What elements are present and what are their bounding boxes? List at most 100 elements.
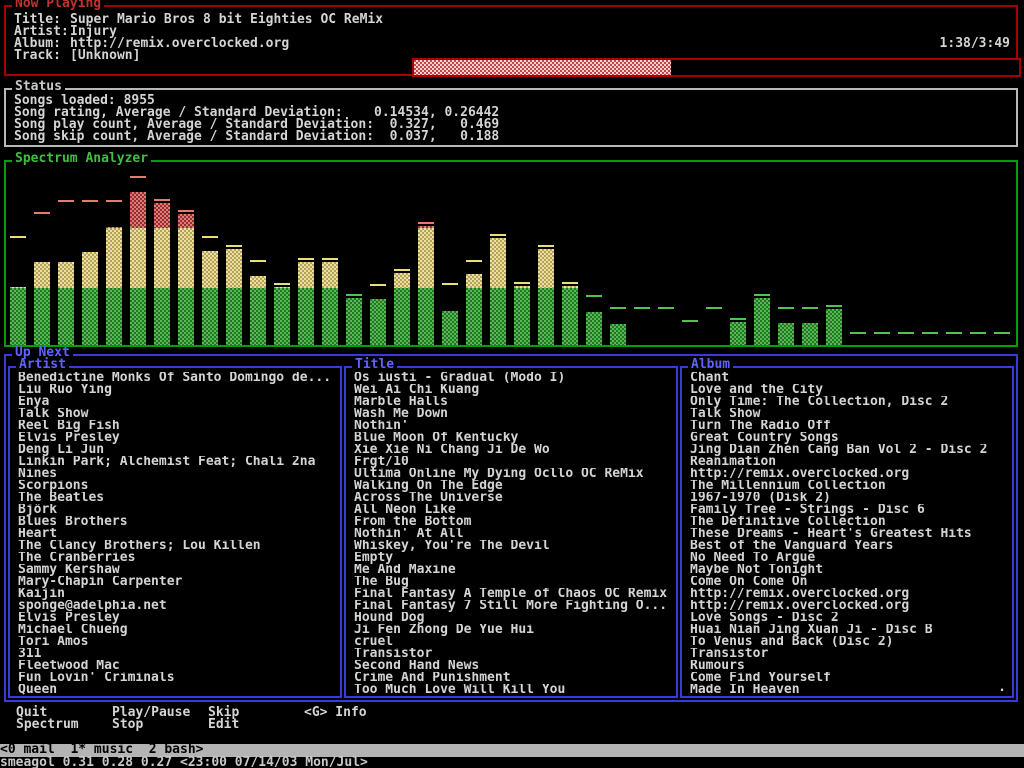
playlist-row[interactable]: All Neon Like (354, 504, 676, 516)
playlist-row[interactable]: The Definitive Collection (690, 516, 1012, 528)
playlist-row[interactable]: cruel (354, 636, 676, 648)
playlist-row[interactable]: Nothin' (354, 420, 676, 432)
playlist-row[interactable]: Transistor (690, 648, 1012, 660)
playlist-row[interactable]: http://remix.overclocked.org (690, 468, 1012, 480)
playlist-row[interactable]: To Venus and Back (Disc 2) (690, 636, 1012, 648)
spectrum-bar-fill (418, 226, 434, 345)
playlist-row[interactable]: Os iusti - Gradual (Modo I) (354, 372, 676, 384)
playlist-row[interactable]: Scorpions (18, 480, 340, 492)
playlist-row[interactable]: Enya (18, 396, 340, 408)
playlist-row[interactable]: Final Fantasy A Temple of Chaos OC Remix (354, 588, 676, 600)
playlist-row[interactable]: Reanimation (690, 456, 1012, 468)
playlist-row[interactable]: Best of the Vanguard Years (690, 540, 1012, 552)
playlist-row[interactable]: Final Fantasy 7 Still More Fighting O... (354, 600, 676, 612)
spectrum-bar-fill (394, 273, 410, 345)
playlist-row[interactable]: Nines (18, 468, 340, 480)
playlist-row[interactable]: Frgt/10 (354, 456, 676, 468)
spectrum-bar (394, 170, 410, 345)
playlist-row[interactable]: The Bug (354, 576, 676, 588)
spectrum-bar (562, 170, 578, 345)
playlist-row[interactable]: Sammy Kershaw (18, 564, 340, 576)
playlist-row[interactable]: These Dreams - Heart's Greatest Hits (690, 528, 1012, 540)
playlist-row[interactable]: Maybe Not Tonight (690, 564, 1012, 576)
playlist-row[interactable]: Fun Lovin' Criminals (18, 672, 340, 684)
playlist-row[interactable]: Heart (18, 528, 340, 540)
playlist-row[interactable]: Marble Halls (354, 396, 676, 408)
playlist-row[interactable]: Benedictine Monks Of Santo Domingo de... (18, 372, 340, 384)
playlist-row[interactable]: Deng Li Jun (18, 444, 340, 456)
progress-bar[interactable] (412, 58, 1021, 77)
playlist-row[interactable]: Talk Show (690, 408, 1012, 420)
spectrum-bar-yellow-segment (466, 274, 482, 288)
now-playing-field: Title:Super Mario Bros 8 bit Eighties OC… (14, 14, 1016, 26)
playlist-row[interactable]: Nothin' At All (354, 528, 676, 540)
spectrum-bars (10, 170, 1014, 345)
playlist-row[interactable]: Too Much Love Will Kill You (354, 684, 676, 696)
playlist-row[interactable]: Come On Come On (690, 576, 1012, 588)
playlist-row[interactable]: Rumours (690, 660, 1012, 672)
playlist-row[interactable]: Wei Ai Chi Kuang (354, 384, 676, 396)
playlist-row[interactable]: Made In Heaven (690, 684, 1012, 696)
playlist-row[interactable]: Reel Big Fish (18, 420, 340, 432)
playlist-row[interactable]: Elvis Presley (18, 432, 340, 444)
spectrum-bar (898, 170, 914, 345)
playlist-row[interactable]: Queen (18, 684, 340, 696)
playlist-row[interactable]: Empty (354, 552, 676, 564)
spectrum-bar-fill (778, 323, 794, 345)
playlist-row[interactable]: Great Country Songs (690, 432, 1012, 444)
playlist-row[interactable]: Chant (690, 372, 1012, 384)
playlist-row[interactable]: Kaijin (18, 588, 340, 600)
playlist-row[interactable]: Mary-Chapin Carpenter (18, 576, 340, 588)
playlist-row[interactable]: Tori Amos (18, 636, 340, 648)
playlist-row[interactable]: Linkin Park; Alchemist Feat; Chali 2na (18, 456, 340, 468)
playlist-row[interactable]: Love and the City (690, 384, 1012, 396)
playlist-row[interactable]: The Beatles (18, 492, 340, 504)
playlist-row[interactable]: Wash Me Down (354, 408, 676, 420)
playlist-row[interactable]: Elvis Presley (18, 612, 340, 624)
playlist-row[interactable]: Only Time: The Collection, Disc 2 (690, 396, 1012, 408)
playlist-row[interactable]: 311 (18, 648, 340, 660)
playlist-row[interactable]: Michael Chueng (18, 624, 340, 636)
playlist-row[interactable]: Ji Fen Zhong De Yue Hui (354, 624, 676, 636)
playlist-row[interactable]: The Cranberries (18, 552, 340, 564)
playlist-row[interactable]: Ultima Online My Dying Ocllo OC ReMix (354, 468, 676, 480)
playlist-row[interactable]: Walking On The Edge (354, 480, 676, 492)
playlist-row[interactable]: Björk (18, 504, 340, 516)
spectrum-bar (658, 170, 674, 345)
progress-fill (414, 60, 671, 75)
spectrum-bar-yellow-segment (34, 262, 50, 288)
playlist-row[interactable]: Huai Nian Jing Xuan Ji - Disc B (690, 624, 1012, 636)
playlist-row[interactable]: http://remix.overclocked.org (690, 588, 1012, 600)
playlist-row[interactable]: Second Hand News (354, 660, 676, 672)
spectrum-peak (202, 236, 218, 238)
playlist-row[interactable]: Fleetwood Mac (18, 660, 340, 672)
playlist-row[interactable]: Talk Show (18, 408, 340, 420)
artist-rows: Benedictine Monks Of Santo Domingo de...… (10, 368, 340, 696)
playlist-row[interactable]: No Need To Argue (690, 552, 1012, 564)
playlist-row[interactable]: Across The Universe (354, 492, 676, 504)
playlist-row[interactable]: Come Find Yourself (690, 672, 1012, 684)
spectrum-bar-yellow-segment (82, 252, 98, 288)
playlist-row[interactable]: Love Songs - Disc 2 (690, 612, 1012, 624)
spectrum-bar-yellow-segment (322, 262, 338, 288)
playlist-row[interactable]: The Clancy Brothers; Lou Killen (18, 540, 340, 552)
playlist-row[interactable]: Blue Moon Of Kentucky (354, 432, 676, 444)
playlist-row[interactable]: Crime And Punishment (354, 672, 676, 684)
playlist-row[interactable]: http://remix.overclocked.org (690, 600, 1012, 612)
playlist-row[interactable]: Xie Xie Ni Chang Ji De Wo (354, 444, 676, 456)
playlist-row[interactable]: Hound Dog (354, 612, 676, 624)
playlist-row[interactable]: 1967-1970 (Disk 2) (690, 492, 1012, 504)
spectrum-bar-fill (34, 262, 50, 345)
playlist-row[interactable]: Me And Maxine (354, 564, 676, 576)
spectrum-peak (418, 222, 434, 224)
playlist-row[interactable]: Whiskey, You're The Devil (354, 540, 676, 552)
playlist-row[interactable]: Jing Dian Zhen Cang Ban Vol 2 - Disc 2 (690, 444, 1012, 456)
playlist-row[interactable]: sponge@adelphia.net (18, 600, 340, 612)
playlist-row[interactable]: Family Tree - Strings - Disc 6 (690, 504, 1012, 516)
playlist-row[interactable]: Transistor (354, 648, 676, 660)
playlist-row[interactable]: The Millennium Collection (690, 480, 1012, 492)
playlist-row[interactable]: From the Bottom (354, 516, 676, 528)
playlist-row[interactable]: Turn The Radio Off (690, 420, 1012, 432)
playlist-row[interactable]: Liu Ruo Ying (18, 384, 340, 396)
playlist-row[interactable]: Blues Brothers (18, 516, 340, 528)
